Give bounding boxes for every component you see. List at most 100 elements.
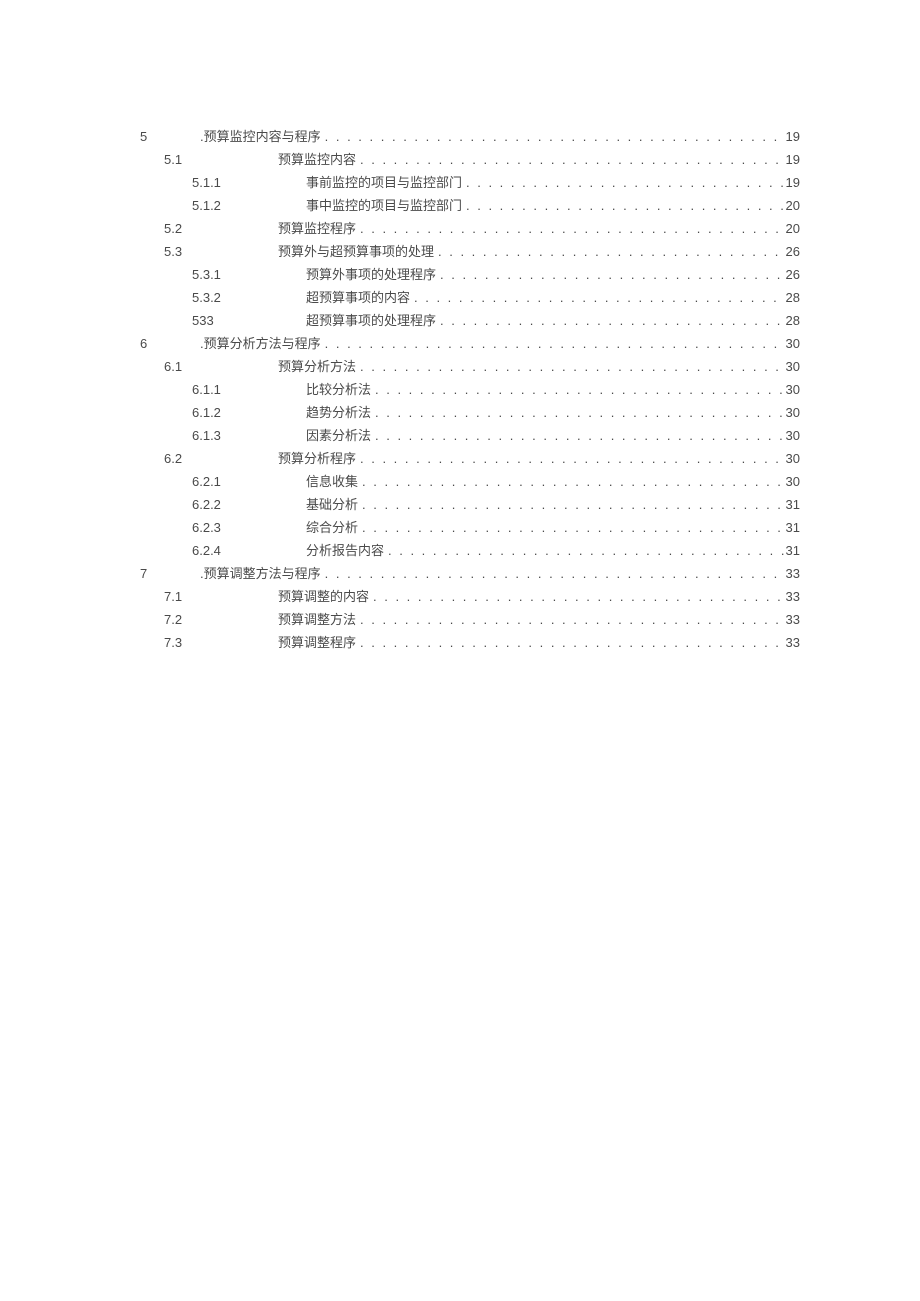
toc-entry: 533超预算事项的处理程序 28	[140, 314, 800, 327]
toc-leader-dots	[384, 544, 784, 557]
toc-entry-title: 信息收集	[306, 475, 358, 488]
toc-entry: 6.2.3综合分析 31	[140, 521, 800, 534]
toc-entry-page: 26	[784, 245, 800, 258]
toc-entry-number: 6.2.1	[140, 475, 306, 488]
toc-entry: 6.预算分析方法与程序30	[140, 337, 800, 350]
toc-entry: 6.1.3因素分析法 30	[140, 429, 800, 442]
toc-entry: 5.1.1事前监控的项目与监控部门 19	[140, 176, 800, 189]
toc-entry-title: 超预算事项的处理程序	[306, 314, 436, 327]
toc-leader-dots	[356, 222, 784, 235]
toc-entry-title: .预算监控内容与程序	[200, 130, 321, 143]
toc-leader-dots	[462, 199, 784, 212]
toc-leader-dots	[321, 130, 784, 143]
toc-entry-title: 预算外事项的处理程序	[306, 268, 436, 281]
toc-entry: 7.1预算调整的内容33	[140, 590, 800, 603]
toc-entry-title: 分析报告内容	[306, 544, 384, 557]
toc-entry-page: 26	[784, 268, 800, 281]
toc-leader-dots	[356, 636, 784, 649]
toc-entry: 5.3预算外与超预算事项的处理 26	[140, 245, 800, 258]
toc-entry-title: 预算外与超预算事项的处理	[278, 245, 434, 258]
toc-entry: 6.2.1信息收集 30	[140, 475, 800, 488]
toc-entry: 5.预算监控内容与程序 19	[140, 130, 800, 143]
toc-leader-dots	[410, 291, 784, 304]
toc-entry-page: 30	[784, 429, 800, 442]
toc-entry-number: 6.1	[140, 360, 278, 373]
toc-entry-page: 19	[784, 130, 800, 143]
toc-leader-dots	[371, 429, 784, 442]
toc-leader-dots	[358, 521, 784, 534]
toc-entry-page: 20	[784, 199, 800, 212]
toc-entry-number: 533	[140, 314, 306, 327]
toc-entry: 5.3.2超预算事项的内容 28	[140, 291, 800, 304]
toc-entry-number: 5.3.1	[140, 268, 306, 281]
toc-entry-page: 33	[784, 613, 800, 626]
toc-leader-dots	[356, 360, 784, 373]
toc-leader-dots	[358, 498, 784, 511]
toc-entry: 6.2.4分析报告内容31	[140, 544, 800, 557]
toc-entry: 5.3.1预算外事项的处理程序 26	[140, 268, 800, 281]
toc-entry-number: 7	[140, 567, 200, 580]
toc-entry-page: 31	[784, 498, 800, 511]
toc-entry: 7.3预算调整程序 33	[140, 636, 800, 649]
toc-leader-dots	[321, 567, 784, 580]
toc-entry: 7.2预算调整方法 33	[140, 613, 800, 626]
toc-leader-dots	[321, 337, 784, 350]
toc-entry: 5.1.2事中监控的项目与监控部门 20	[140, 199, 800, 212]
toc-entry-number: 7.3	[140, 636, 278, 649]
toc-entry-number: 5	[140, 130, 200, 143]
toc-entry: 6.1.2趋势分析法30	[140, 406, 800, 419]
toc-entry-title: 预算监控程序	[278, 222, 356, 235]
toc-entry-page: 30	[784, 475, 800, 488]
toc-entry-page: 30	[784, 452, 800, 465]
toc-entry-page: 30	[784, 360, 800, 373]
toc-entry-number: 5.1	[140, 153, 278, 166]
toc-entry-page: 30	[784, 383, 800, 396]
toc-entry-page: 28	[784, 291, 800, 304]
toc-entry-page: 19	[784, 176, 800, 189]
toc-entry-number: 6.2.4	[140, 544, 306, 557]
toc-entry-title: 预算调整程序	[278, 636, 356, 649]
toc-entry-title: 事前监控的项目与监控部门	[306, 176, 462, 189]
toc-entry-title: 比较分析法	[306, 383, 371, 396]
toc-entry-title: .预算调整方法与程序	[200, 567, 321, 580]
toc-entry-title: 基础分析	[306, 498, 358, 511]
toc-entry-number: 6.2	[140, 452, 278, 465]
toc-entry-page: 33	[784, 636, 800, 649]
toc-entry-number: 5.1.1	[140, 176, 306, 189]
toc-entry-number: 6.2.3	[140, 521, 306, 534]
toc-entry-title: 预算分析方法	[278, 360, 356, 373]
toc-entry-title: 超预算事项的内容	[306, 291, 410, 304]
toc-entry-page: 20	[784, 222, 800, 235]
toc-leader-dots	[436, 314, 784, 327]
toc-entry-page: 30	[784, 406, 800, 419]
toc-entry-number: 7.2	[140, 613, 278, 626]
toc-entry-title: 因素分析法	[306, 429, 371, 442]
toc-entry-number: 5.3.2	[140, 291, 306, 304]
toc-leader-dots	[356, 153, 784, 166]
toc-entry-number: 6.2.2	[140, 498, 306, 511]
toc-entry-title: 综合分析	[306, 521, 358, 534]
toc-leader-dots	[356, 452, 784, 465]
toc-entry: 6.1预算分析方法 30	[140, 360, 800, 373]
toc-entry-title: 预算调整的内容	[278, 590, 369, 603]
toc-entry-title: 事中监控的项目与监控部门	[306, 199, 462, 212]
toc-leader-dots	[371, 406, 784, 419]
toc-entry-number: 6	[140, 337, 200, 350]
toc-entry: 5.2预算监控程序20	[140, 222, 800, 235]
table-of-contents: 5.预算监控内容与程序195.1预算监控内容195.1.1事前监控的项目与监控部…	[140, 130, 800, 649]
toc-leader-dots	[356, 613, 784, 626]
toc-leader-dots	[462, 176, 784, 189]
toc-leader-dots	[369, 590, 784, 603]
toc-entry-number: 6.1.3	[140, 429, 306, 442]
toc-entry-title: 预算监控内容	[278, 153, 356, 166]
toc-entry-page: 31	[784, 521, 800, 534]
toc-leader-dots	[436, 268, 784, 281]
toc-entry-number: 6.1.2	[140, 406, 306, 419]
toc-entry-number: 5.3	[140, 245, 278, 258]
toc-entry-title: 预算调整方法	[278, 613, 356, 626]
toc-entry-page: 19	[784, 153, 800, 166]
toc-entry-title: .预算分析方法与程序	[200, 337, 321, 350]
toc-entry-page: 28	[784, 314, 800, 327]
toc-entry-number: 5.1.2	[140, 199, 306, 212]
toc-leader-dots	[434, 245, 784, 258]
